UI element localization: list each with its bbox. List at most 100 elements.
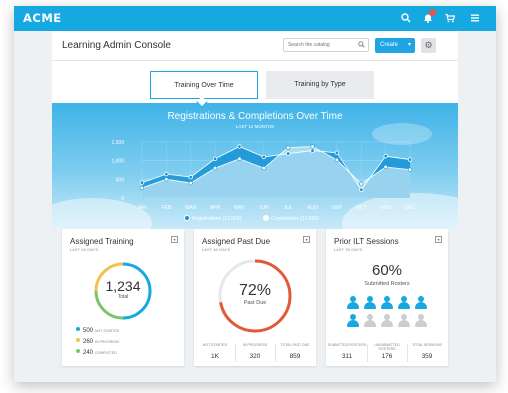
stat-value: 320 [249,353,261,360]
point-registrations [261,154,267,160]
x-tick-label: DEC [405,205,416,211]
create-button[interactable]: Create ▾ [375,38,415,53]
x-tick-label: SEP [332,205,343,211]
point-registrations [383,153,388,159]
card-dropdown-icon[interactable]: ▾ [171,236,178,243]
point-completions [261,166,266,171]
assigned-training-card: Assigned Training LAST 60 DAYS ▾ 1,234 T… [62,229,184,366]
x-tick-label: NOV [380,205,392,211]
app-window: ACME Learning Admin Console Create ▾ ⚙ T… [14,6,496,382]
legend-label: Completions (13,000) [271,216,319,222]
point-completions [164,177,169,182]
legend-dot [76,327,80,331]
card-subtitle: LAST 60 DAYS [70,248,99,252]
stat-in-progress: IN PROGRESS 320 [235,342,275,360]
x-tick-label: MAY [234,205,245,211]
top-nav-bar: ACME [14,6,496,31]
past-due-stats: NOT STARTED 1K IN PROGRESS 320 TOTAL PAS… [194,342,316,366]
stat-label: SUBMITTED ROSTERS [327,343,367,347]
stat-value: 859 [289,353,301,360]
catalog-search-input[interactable] [283,38,369,52]
point-completions [310,144,315,149]
person-submitted-icon [414,296,428,310]
legend-dot [76,349,80,353]
y-tick-label: 0 [121,196,124,202]
past-due-center: 72% Past Due [216,282,294,306]
bell-icon[interactable] [422,9,436,25]
tab-training-over-time[interactable]: Training Over Time [150,71,258,99]
card-title: Assigned Past Due [202,237,271,246]
stat-not-started: NOT STARTED 1K [195,342,235,360]
point-registrations [212,156,218,161]
person-unsubmitted-icon [397,314,411,328]
stat-total-past-due: TOTAL PAST DUE 859 [275,342,315,360]
legend-label: COMPLETED [95,351,117,355]
assigned-total-label: Total [117,294,129,300]
person-unsubmitted-icon [363,314,377,328]
point-registrations [334,150,340,156]
person-submitted-icon [363,296,377,310]
search-icon[interactable] [400,13,412,25]
ilt-stats: SUBMITTED ROSTERS 311 UNSUBMITTED ROSTER… [326,342,448,366]
assigned-total: 1,234 Total [92,278,154,300]
person-submitted-icon [346,314,360,328]
point-completions [286,145,291,150]
past-due-label: Past Due [243,300,267,306]
page-header: Learning Admin Console Create ▾ ⚙ [52,31,458,61]
person-submitted-icon [380,296,394,310]
stat-value: 311 [341,353,353,360]
legend-in-progress: 260 IN PROGRESS [76,338,119,345]
stat-label: TOTAL PAST DUE [280,343,310,347]
stat-submitted-rosters: SUBMITTED ROSTERS 311 [327,342,367,360]
settings-gear-button[interactable]: ⚙ [421,38,436,53]
card-dropdown-icon[interactable]: ▾ [303,236,310,243]
legend-label: IN PROGRESS [95,340,120,344]
area-chart: 1,500 1,000 500 0 JAN FEB MAR APR MAY JUN JUL AUG SE… [111,140,416,211]
acme-logo[interactable]: ACME [23,11,62,25]
tab-training-by-type[interactable]: Training by Type [266,71,374,99]
x-tick-label: JUL [284,205,293,211]
prior-ilt-sessions-card: Prior ILT Sessions LAST 30 DAYS ▾ 60% Su… [326,229,448,366]
point-completions [407,167,413,172]
x-tick-label: APR [210,205,221,211]
roster-people-grid [326,229,448,339]
point-registrations [188,174,193,180]
stat-value: 176 [381,353,393,360]
stat-value: 359 [421,353,433,360]
legend-registrations[interactable]: Registrations (13,000) [184,215,241,222]
menu-icon[interactable] [469,13,481,25]
search-field-icon [358,41,365,50]
assigned-past-due-card: Assigned Past Due LAST 60 DAYS ▾ 72% Pas… [194,229,316,366]
card-title: Assigned Training [70,237,134,246]
x-tick-label: JUN [259,205,269,211]
legend-completions[interactable]: Completions (13,000) [263,215,319,222]
person-unsubmitted-icon [380,314,394,328]
point-registrations [359,187,364,192]
point-registrations [285,151,291,156]
x-tick-label: AUG [307,205,318,211]
chevron-down-icon: ▾ [407,42,411,48]
point-completions [188,180,193,186]
legend-dot-completions [263,215,269,221]
legend-value: 500 [83,328,94,334]
x-tick-label: OCT [356,205,367,211]
point-registrations [407,157,413,162]
area-completions [142,146,410,198]
cart-icon[interactable] [444,13,456,25]
point-completions [212,166,218,171]
past-due-percent: 72% [238,282,272,299]
legend-label: Registrations (13,000) [192,216,242,222]
y-tick-label: 1,000 [111,159,124,165]
notification-badge [429,9,436,16]
point-completions [237,156,242,161]
create-button-label: Create [380,42,399,48]
legend-value: 260 [83,339,94,345]
legend-dot [76,338,80,342]
assigned-total-value: 1,234 [105,278,141,294]
registrations-chart-panel: Registrations & Completions Over Time LA… [52,103,458,229]
y-tick-label: 1,500 [111,140,124,146]
legend-not-started: 500 NOT STARTED [76,327,119,334]
person-unsubmitted-icon [414,314,428,328]
stat-label: IN PROGRESS [242,343,268,347]
x-tick-label: MAR [185,205,197,211]
